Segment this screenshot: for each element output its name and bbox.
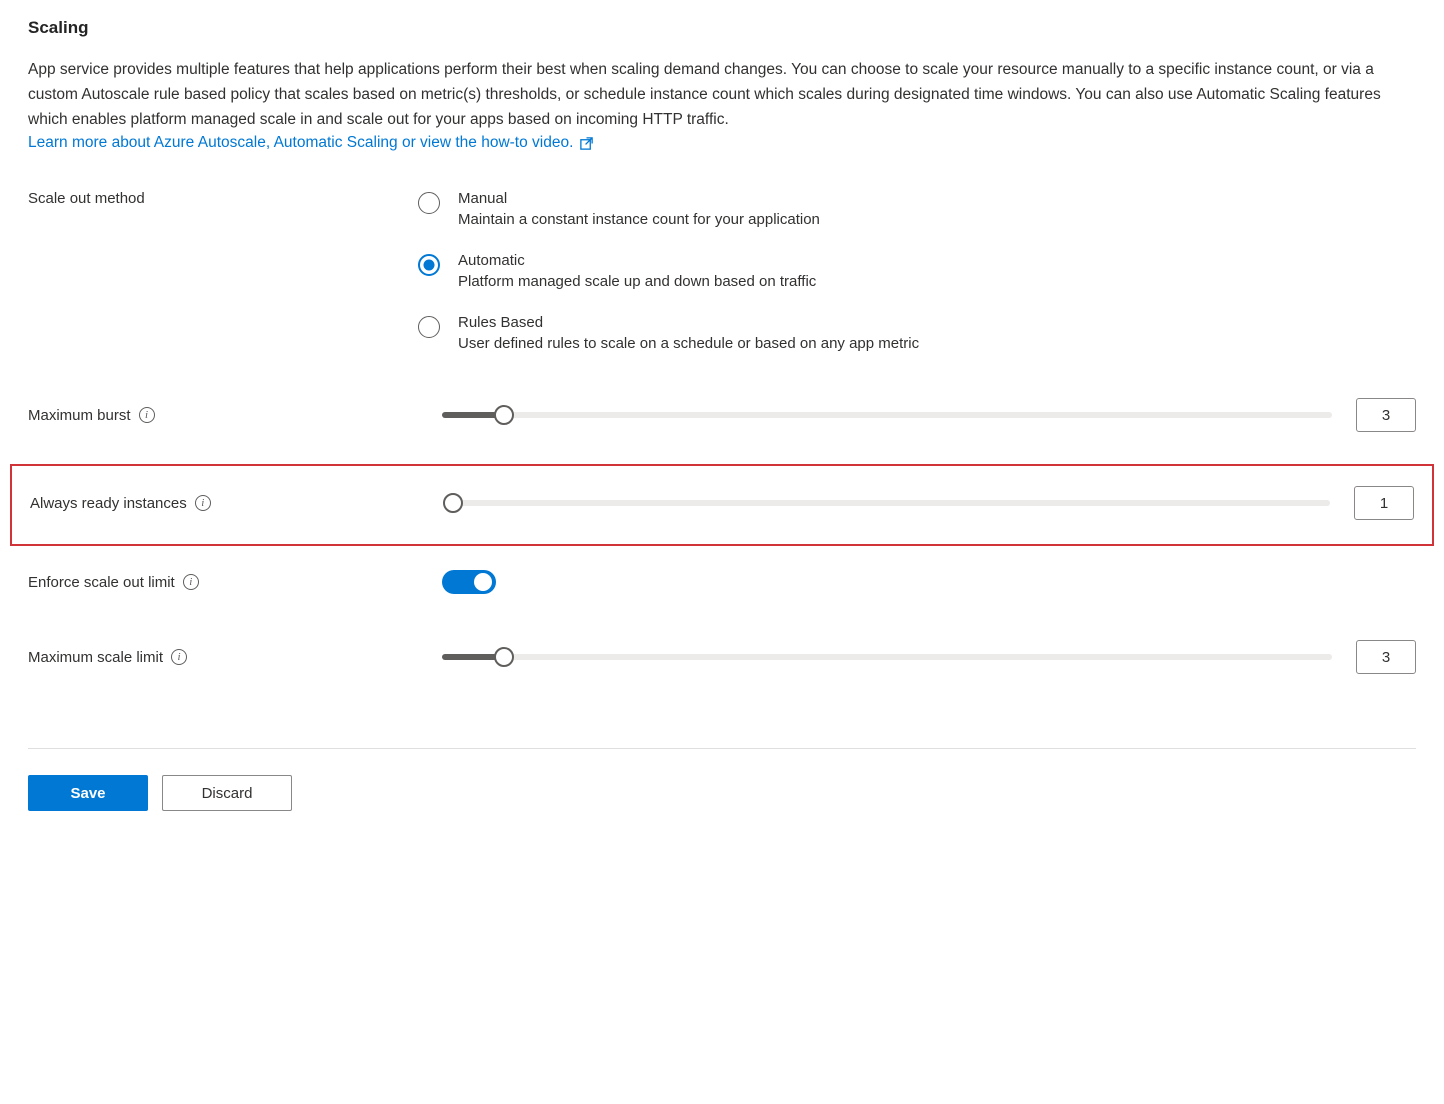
- enforce-scale-out-limit-label: Enforce scale out limit: [28, 574, 175, 591]
- radio-automatic-label[interactable]: Automatic: [458, 252, 816, 269]
- maximum-burst-value[interactable]: 3: [1356, 398, 1416, 432]
- info-icon[interactable]: i: [139, 407, 155, 423]
- learn-more-link-label: Learn more about Azure Autoscale, Automa…: [28, 134, 573, 152]
- maximum-scale-limit-value[interactable]: 3: [1356, 640, 1416, 674]
- radio-manual-desc: Maintain a constant instance count for y…: [458, 211, 820, 228]
- external-link-icon: [579, 136, 594, 151]
- always-ready-slider[interactable]: [444, 500, 1330, 506]
- info-icon[interactable]: i: [183, 574, 199, 590]
- section-description: App service provides multiple features t…: [28, 58, 1416, 132]
- save-button[interactable]: Save: [28, 775, 148, 811]
- always-ready-highlight: Always ready instances i 1: [10, 464, 1434, 546]
- maximum-burst-slider[interactable]: [442, 412, 1332, 418]
- radio-manual-label[interactable]: Manual: [458, 190, 820, 207]
- always-ready-label: Always ready instances: [30, 495, 187, 512]
- slider-thumb[interactable]: [494, 647, 514, 667]
- slider-thumb[interactable]: [443, 493, 463, 513]
- learn-more-link[interactable]: Learn more about Azure Autoscale, Automa…: [28, 134, 594, 152]
- info-icon[interactable]: i: [171, 649, 187, 665]
- maximum-scale-limit-label: Maximum scale limit: [28, 649, 163, 666]
- toggle-knob: [474, 573, 492, 591]
- maximum-burst-label: Maximum burst: [28, 407, 131, 424]
- radio-automatic-desc: Platform managed scale up and down based…: [458, 273, 816, 290]
- scale-out-method-radio-group: Manual Maintain a constant instance coun…: [418, 190, 1416, 352]
- slider-thumb[interactable]: [494, 405, 514, 425]
- section-title: Scaling: [28, 18, 1416, 38]
- radio-automatic[interactable]: [418, 254, 440, 276]
- radio-rules-based-desc: User defined rules to scale on a schedul…: [458, 335, 919, 352]
- radio-rules-based-label[interactable]: Rules Based: [458, 314, 919, 331]
- info-icon[interactable]: i: [195, 495, 211, 511]
- always-ready-value[interactable]: 1: [1354, 486, 1414, 520]
- radio-rules-based[interactable]: [418, 316, 440, 338]
- maximum-scale-limit-slider[interactable]: [442, 654, 1332, 660]
- scale-out-method-label: Scale out method: [28, 190, 145, 207]
- discard-button[interactable]: Discard: [162, 775, 292, 811]
- radio-manual[interactable]: [418, 192, 440, 214]
- enforce-scale-out-limit-toggle[interactable]: [442, 570, 496, 594]
